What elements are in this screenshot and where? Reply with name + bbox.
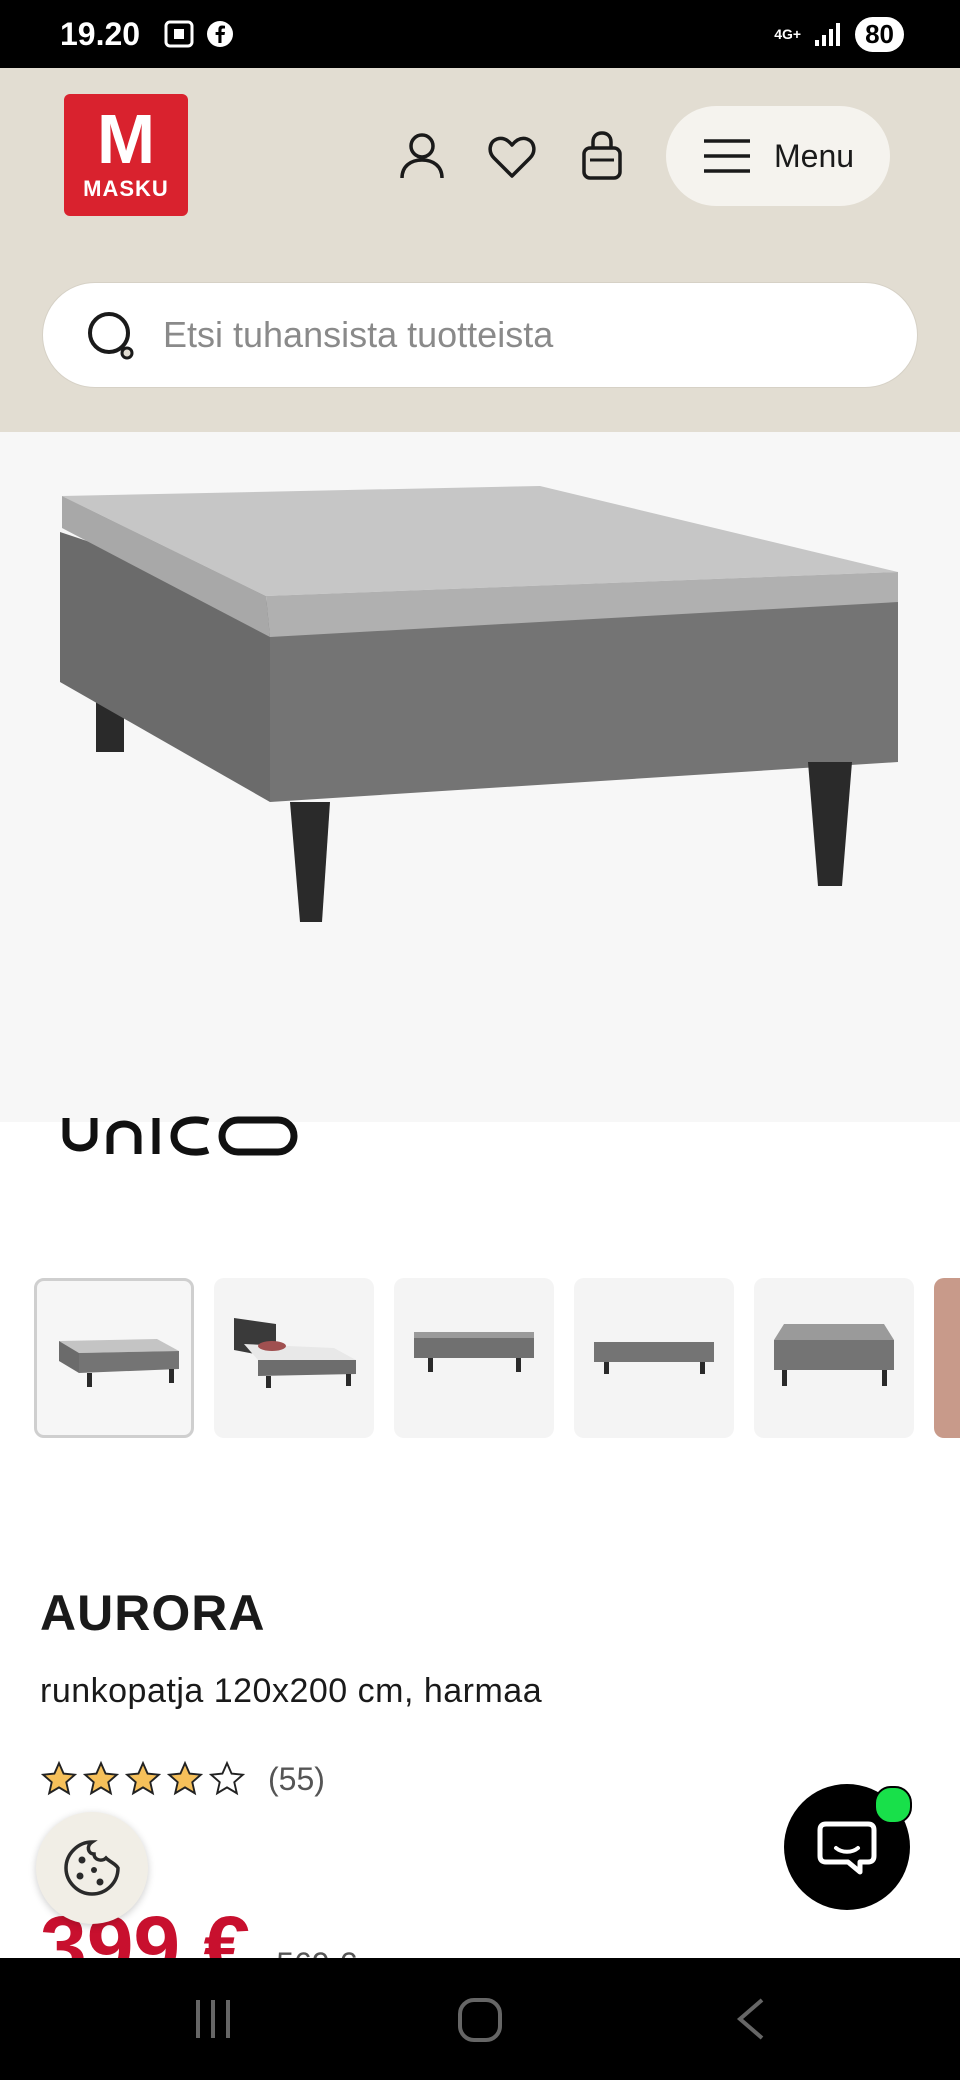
star-filled-icon — [40, 1760, 78, 1796]
chat-bubble-icon — [817, 1821, 877, 1875]
signal-icon — [815, 23, 841, 46]
cookie-icon — [64, 1840, 120, 1896]
search-input[interactable] — [161, 313, 865, 357]
logo-letter: M — [96, 100, 156, 178]
status-bar: 19.20 4G+ 80 — [0, 0, 960, 68]
chat-online-indicator — [874, 1786, 912, 1824]
search-bar[interactable] — [42, 282, 918, 388]
thumbnail-5[interactable] — [754, 1278, 914, 1438]
account-icon[interactable] — [396, 130, 448, 182]
search-icon — [88, 312, 134, 360]
bed-frame-top-view-icon — [414, 1332, 534, 1372]
bed-with-headboard-icon — [234, 1318, 356, 1388]
star-filled-icon — [82, 1760, 120, 1796]
product-subtitle: runkopatja 120x200 cm, harmaa — [40, 1672, 543, 1710]
screenshot-icon — [164, 20, 194, 48]
home-icon[interactable] — [456, 1996, 504, 2044]
bed-frame-angle-view-icon — [774, 1324, 894, 1386]
status-time: 19.20 — [60, 15, 141, 52]
menu-label: Menu — [774, 137, 855, 174]
recent-apps-icon[interactable] — [190, 1996, 236, 2042]
menu-button[interactable]: Menu — [666, 106, 890, 206]
thumbnail-1[interactable] — [34, 1278, 194, 1438]
cookie-settings-button[interactable] — [36, 1812, 148, 1924]
shopping-bag-icon[interactable] — [576, 130, 628, 182]
bed-image — [60, 486, 898, 922]
wishlist-heart-icon[interactable] — [486, 130, 538, 182]
masku-logo[interactable]: M MASKU — [64, 94, 188, 216]
thumbnail-4[interactable] — [574, 1278, 734, 1438]
star-filled-icon — [124, 1760, 162, 1796]
rating-stars — [40, 1760, 246, 1798]
bed-frame-with-topper-icon — [59, 1339, 179, 1387]
logo-text: MASKU — [83, 176, 169, 201]
back-icon[interactable] — [732, 1996, 772, 2042]
star-empty-icon — [208, 1760, 246, 1796]
bed-frame-side-view-icon — [594, 1342, 714, 1374]
facebook-icon — [207, 21, 234, 47]
review-count: (55) — [268, 1760, 325, 1797]
thumbnail-strip — [34, 1278, 960, 1438]
unico-brand-logo — [62, 1116, 298, 1156]
product-title: AURORA — [40, 1585, 266, 1641]
system-nav-bar — [0, 1958, 960, 2080]
product-rating[interactable]: (55) — [40, 1760, 325, 1798]
network-type: 4G+ — [774, 26, 802, 42]
thumbnail-3[interactable] — [394, 1278, 554, 1438]
thumbnail-6[interactable] — [934, 1278, 960, 1438]
product-main-image[interactable] — [0, 432, 960, 1122]
hamburger-icon — [704, 139, 750, 173]
star-filled-icon — [166, 1760, 204, 1796]
battery-level: 80 — [855, 16, 904, 52]
site-header: M MASKU Menu — [0, 68, 960, 432]
thumbnail-2[interactable] — [214, 1278, 374, 1438]
